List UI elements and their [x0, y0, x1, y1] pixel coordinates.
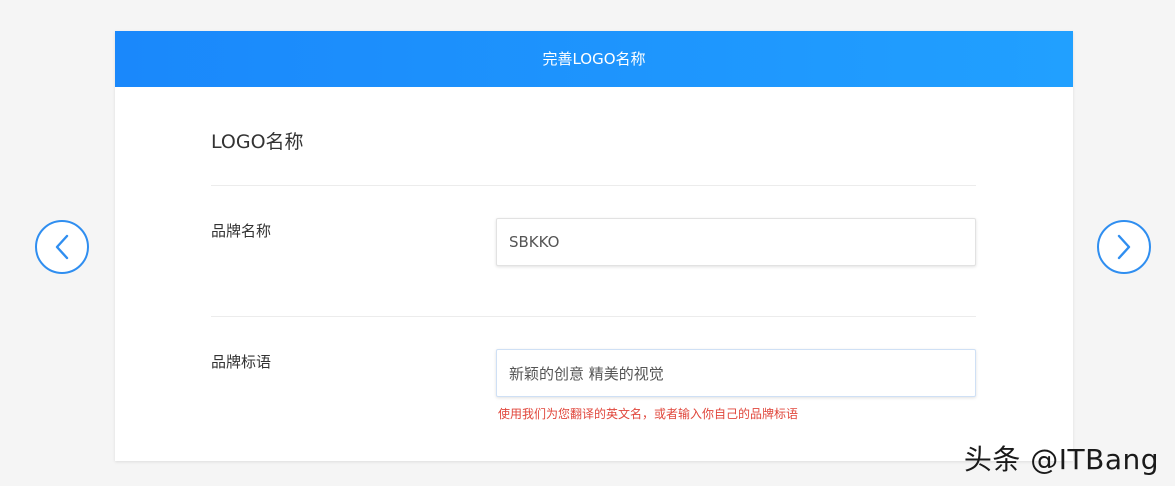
brand-slogan-label: 品牌标语 [211, 353, 272, 371]
logo-name-card: 完善LOGO名称 LOGO名称 品牌名称 品牌标语 使用我们为您翻译的英文名，或… [115, 31, 1073, 461]
watermark: 头条 @ITBang [963, 443, 1159, 476]
divider [211, 316, 976, 317]
brand-slogan-hint: 使用我们为您翻译的英文名，或者输入你自己的品牌标语 [498, 407, 799, 421]
next-button[interactable] [1097, 220, 1151, 274]
brand-name-label: 品牌名称 [211, 222, 272, 240]
divider [211, 185, 976, 186]
chevron-left-icon [55, 234, 69, 260]
section-title: LOGO名称 [211, 131, 304, 153]
prev-button[interactable] [35, 220, 89, 274]
brand-name-input[interactable] [496, 218, 976, 266]
chevron-right-icon [1117, 234, 1131, 260]
card-header: 完善LOGO名称 [115, 31, 1073, 87]
brand-slogan-input[interactable] [496, 349, 976, 397]
